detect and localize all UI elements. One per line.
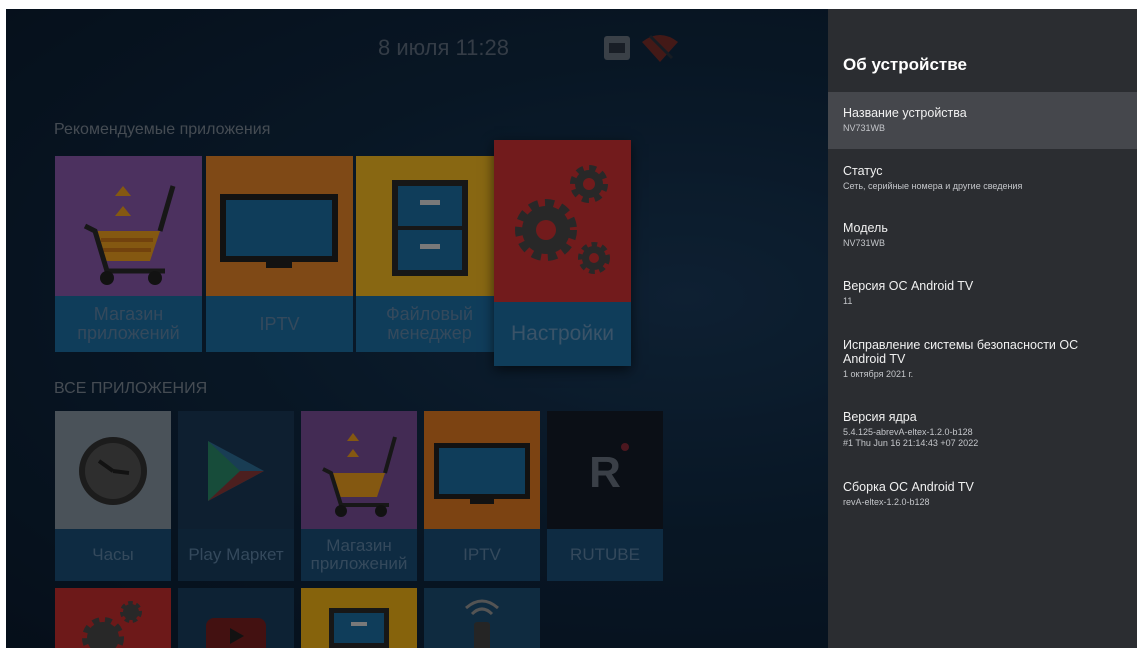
tile-iptv[interactable]: IPTV xyxy=(206,156,353,352)
cabinet-icon xyxy=(356,156,503,296)
tile-iptv-2[interactable]: IPTV xyxy=(424,411,540,581)
item-os-build[interactable]: Сборка ОС Android TV revA-eltex-1.2.0-b1… xyxy=(828,465,1137,525)
tile-settings-small[interactable] xyxy=(55,588,171,648)
svg-text:R: R xyxy=(589,448,621,497)
tile-app-store-2[interactable]: Магазин приложений xyxy=(301,411,417,581)
tile-app-store[interactable]: Магазин приложений xyxy=(55,156,202,352)
tile-label: Настройки xyxy=(494,302,631,366)
tile-remote[interactable] xyxy=(424,588,540,648)
item-security-patch[interactable]: Исправление системы безопасности ОС Andr… xyxy=(828,320,1137,395)
tile-rutube[interactable]: R RUTUBE xyxy=(547,411,663,581)
tile-label: RUTUBE xyxy=(547,529,663,581)
item-title: Название устройства xyxy=(843,106,967,120)
item-device-name[interactable]: Название устройства NV731WB xyxy=(828,92,1137,149)
item-subtitle: NV731WB xyxy=(843,238,886,248)
item-subtitle: 5.4.125-abrevA-eltex-1.2.0-b128 #1 Thu J… xyxy=(843,427,979,448)
tv-screen: 8 июля 11:28 Рекомендуемые приложения Ма… xyxy=(6,9,1137,648)
remote-wifi-icon xyxy=(465,599,499,648)
rutube-icon: R xyxy=(547,411,663,529)
play-store-icon xyxy=(178,411,294,529)
item-title: Сборка ОС Android TV xyxy=(843,480,974,494)
item-status[interactable]: Статус Сеть, серийные номера и другие св… xyxy=(828,149,1137,206)
item-subtitle: Сеть, серийные номера и другие сведения xyxy=(843,181,1023,191)
youtube-icon xyxy=(206,618,266,648)
section-all-apps: ВСЕ ПРИЛОЖЕНИЯ xyxy=(54,380,208,397)
tile-label: IPTV xyxy=(424,529,540,581)
tile-play-market[interactable]: Play Маркет xyxy=(178,411,294,581)
wifi-off-icon xyxy=(642,34,678,62)
tile-files[interactable] xyxy=(301,588,417,648)
about-device-panel: Об устройстве Название устройства NV731W… xyxy=(828,9,1137,648)
cart-icon xyxy=(55,156,202,296)
gears-icon xyxy=(494,140,631,302)
clock-icon xyxy=(55,411,171,529)
item-title: Версия ядра xyxy=(843,410,917,424)
tile-file-manager[interactable]: Файловый менеджер xyxy=(356,156,503,352)
item-subtitle: NV731WB xyxy=(843,123,886,133)
gears-icon xyxy=(82,601,142,648)
tile-label: Play Маркет xyxy=(178,529,294,581)
item-title: Статус xyxy=(843,164,883,178)
item-title: Модель xyxy=(843,221,888,235)
cabinet-icon xyxy=(329,608,389,648)
section-recommended: Рекомендуемые приложения xyxy=(54,121,271,138)
cart-icon xyxy=(301,411,417,529)
tile-label: Часы xyxy=(55,529,171,581)
tile-youtube[interactable] xyxy=(178,588,294,648)
tile-clock[interactable]: Часы xyxy=(55,411,171,581)
ethernet-icon xyxy=(604,36,630,60)
item-subtitle: revA-eltex-1.2.0-b128 xyxy=(843,497,930,507)
item-title: Исправление системы безопасности ОС Andr… xyxy=(843,338,1079,366)
item-subtitle: 11 xyxy=(843,296,853,306)
launcher-home: 8 июля 11:28 Рекомендуемые приложения Ма… xyxy=(6,9,828,648)
status-clock: 8 июля 11:28 xyxy=(378,35,509,60)
item-title: Версия ОС Android TV xyxy=(843,279,974,293)
tile-label: Магазин приложений xyxy=(301,529,417,581)
tile-settings[interactable]: Настройки xyxy=(494,140,631,366)
tile-label: Файловый менеджер xyxy=(356,296,503,352)
item-model[interactable]: Модель NV731WB xyxy=(828,206,1137,263)
tile-label: Магазин приложений xyxy=(55,296,202,352)
panel-title: Об устройстве xyxy=(843,55,967,74)
tv-icon xyxy=(424,411,540,529)
item-os-version[interactable]: Версия ОС Android TV 11 xyxy=(828,263,1137,320)
tv-icon xyxy=(206,156,353,296)
item-subtitle: 1 октября 2021 г. xyxy=(843,369,914,379)
tile-label: IPTV xyxy=(206,296,353,352)
item-kernel-version[interactable]: Версия ядра 5.4.125-abrevA-eltex-1.2.0-b… xyxy=(828,395,1137,465)
